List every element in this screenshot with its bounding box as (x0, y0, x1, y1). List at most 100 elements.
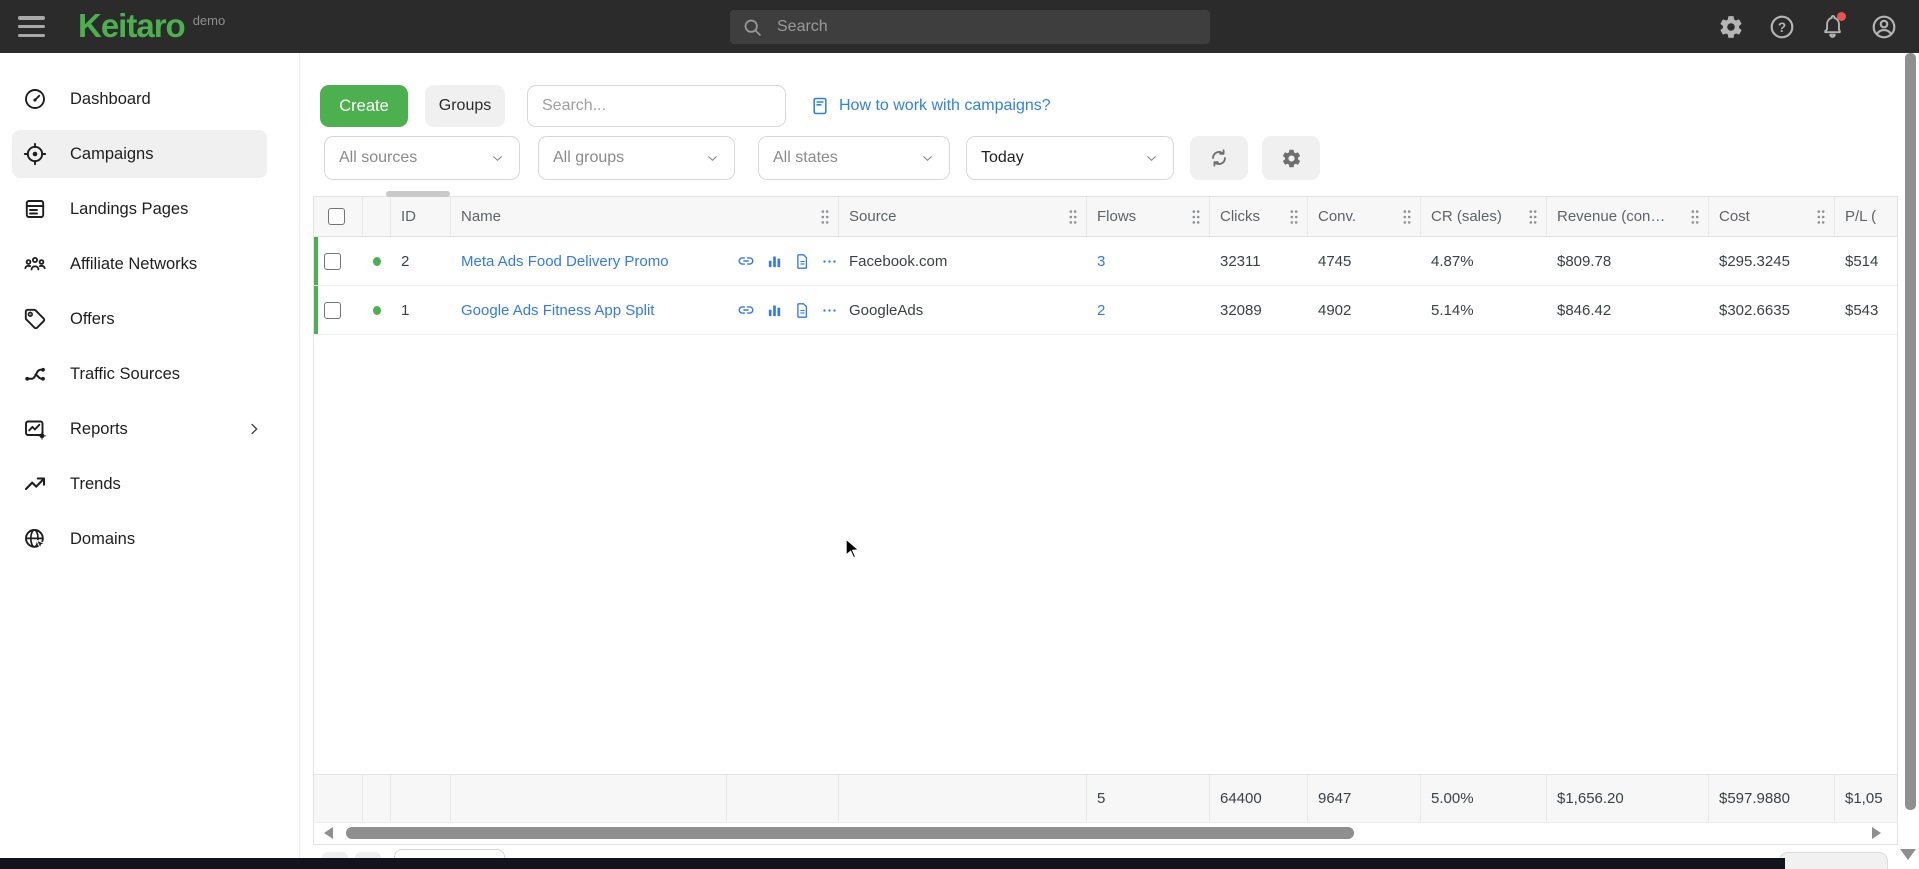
horizontal-scrollbar-thumb[interactable] (346, 827, 1354, 839)
select-all-checkbox[interactable] (328, 208, 345, 225)
column-header-revenue[interactable]: Revenue (con… (1547, 197, 1709, 236)
cell-name: Meta Ads Food Delivery Promo (451, 253, 727, 270)
campaign-stats-icon[interactable] (766, 253, 783, 270)
sidebar-label: Domains (70, 530, 135, 549)
account-icon[interactable] (1871, 14, 1897, 40)
campaign-url-link-icon[interactable] (737, 252, 755, 270)
column-header-id[interactable]: ID (391, 197, 451, 236)
column-header-cost[interactable]: Cost (1709, 197, 1835, 236)
column-header-conv[interactable]: Conv. (1308, 197, 1421, 236)
column-label: Conv. (1318, 208, 1356, 225)
scroll-left-arrow-icon[interactable] (324, 827, 333, 839)
filter-all-groups[interactable]: All groups (538, 136, 735, 180)
table-totals-row: 5 64400 9647 5.00% $1,656.20 $597.9880 $… (314, 774, 1897, 822)
cell-flows: 3 (1087, 253, 1210, 270)
svg-text:$: $ (29, 313, 31, 317)
campaign-log-icon[interactable] (794, 253, 811, 270)
help-icon[interactable]: ? (1769, 14, 1795, 40)
campaign-link[interactable]: Meta Ads Food Delivery Promo (461, 253, 669, 270)
row-status-cell (363, 306, 391, 315)
drag-handle-icon[interactable] (1068, 209, 1078, 225)
cell-revenue: $846.42 (1547, 302, 1709, 319)
flows-link[interactable]: 3 (1097, 253, 1105, 270)
create-button[interactable]: Create (320, 85, 408, 127)
column-header-cr[interactable]: CR (sales) (1421, 197, 1547, 236)
settings-gear-icon[interactable] (1718, 14, 1744, 40)
column-header-name[interactable]: Name (451, 197, 839, 236)
notifications-bell-icon[interactable] (1820, 14, 1846, 40)
scroll-right-arrow-icon[interactable] (1872, 827, 1881, 839)
demo-badge: demo (193, 13, 226, 28)
sidebar-item-landings-pages[interactable]: Landings Pages (12, 185, 267, 233)
drag-handle-icon[interactable] (1402, 209, 1412, 225)
cell-flows: 2 (1087, 302, 1210, 319)
keitaro-app: Keitaro demo ? Dashboard (0, 0, 1919, 869)
totals-revenue: $1,656.20 (1547, 775, 1709, 822)
sidebar-item-reports[interactable]: Reports (12, 405, 267, 453)
search-icon (742, 17, 763, 38)
campaign-log-icon[interactable] (794, 302, 811, 319)
how-to-link[interactable]: How to work with campaigns? (810, 85, 1051, 127)
cell-pl: $543 (1835, 302, 1898, 319)
drag-handle-icon[interactable] (1690, 209, 1700, 225)
campaign-url-link-icon[interactable] (737, 301, 755, 319)
cell-pl: $514 (1835, 253, 1898, 270)
groups-button[interactable]: Groups (425, 85, 505, 127)
chevron-down-icon (490, 151, 505, 166)
bottom-right-button[interactable] (1779, 852, 1888, 869)
column-header-flows[interactable]: Flows (1087, 197, 1210, 236)
chevron-down-icon (705, 151, 720, 166)
row-checkbox[interactable] (324, 253, 341, 270)
how-to-link-label: How to work with campaigns? (839, 97, 1051, 115)
table-header-row: ID Name Source Flows Clicks (314, 197, 1897, 237)
scroll-down-arrow-icon[interactable] (1900, 849, 1916, 860)
more-actions-icon[interactable] (822, 254, 837, 269)
sidebar-item-campaigns[interactable]: Campaigns (12, 130, 267, 178)
flows-link[interactable]: 2 (1097, 302, 1105, 319)
row-checkbox[interactable] (324, 302, 341, 319)
campaigns-search-input[interactable] (527, 85, 786, 127)
table-row: 2 Meta Ads Food Delivery Promo Facebook.… (314, 237, 1897, 286)
sidebar-item-trends[interactable]: Trends (12, 460, 267, 508)
campaign-stats-icon[interactable] (766, 302, 783, 319)
column-header-pl[interactable]: P/L ( (1835, 197, 1898, 236)
global-search-input[interactable] (775, 17, 1198, 37)
cell-clicks: 32089 (1210, 302, 1308, 319)
more-actions-icon[interactable] (822, 303, 837, 318)
drag-handle-icon[interactable] (1289, 209, 1299, 225)
offers-tag-icon: $ (23, 307, 47, 331)
filter-all-sources[interactable]: All sources (324, 136, 520, 180)
cell-id: 2 (391, 253, 451, 270)
column-label: Name (461, 208, 501, 225)
table-settings-button[interactable] (1262, 136, 1320, 180)
cell-cr: 5.14% (1421, 302, 1547, 319)
refresh-button[interactable] (1190, 136, 1248, 180)
drag-handle-icon[interactable] (1191, 209, 1201, 225)
totals-cr: 5.00% (1421, 775, 1547, 822)
sidebar-item-dashboard[interactable]: Dashboard (12, 75, 267, 123)
cell-source: GoogleAds (839, 302, 1087, 319)
bottom-bar (0, 858, 1785, 869)
sidebar-label: Campaigns (70, 145, 153, 164)
drag-handle-icon[interactable] (1816, 209, 1826, 225)
cell-clicks: 32311 (1210, 253, 1308, 270)
drag-handle-icon[interactable] (820, 209, 830, 225)
sidebar: Dashboard Campaigns Landings Pages Affil… (0, 53, 300, 869)
column-header-clicks[interactable]: Clicks (1210, 197, 1308, 236)
vertical-scrollbar-thumb[interactable] (1905, 53, 1916, 810)
column-header-source[interactable]: Source (839, 197, 1087, 236)
book-icon (810, 96, 830, 116)
sidebar-item-affiliate-networks[interactable]: Affiliate Networks (12, 240, 267, 288)
gear-icon (1281, 148, 1302, 169)
table-top-scroll-indicator[interactable] (386, 191, 450, 197)
cell-source: Facebook.com (839, 253, 1087, 270)
drag-handle-icon[interactable] (1528, 209, 1538, 225)
sidebar-item-traffic-sources[interactable]: Traffic Sources (12, 350, 267, 398)
chevron-down-icon (1144, 151, 1159, 166)
filter-date-range[interactable]: Today (966, 136, 1174, 180)
sidebar-item-domains[interactable]: Domains (12, 515, 267, 563)
filter-all-states[interactable]: All states (758, 136, 950, 180)
hamburger-menu-icon[interactable] (18, 16, 45, 37)
campaign-link[interactable]: Google Ads Fitness App Split (461, 302, 654, 319)
sidebar-item-offers[interactable]: $ Offers (12, 295, 267, 343)
